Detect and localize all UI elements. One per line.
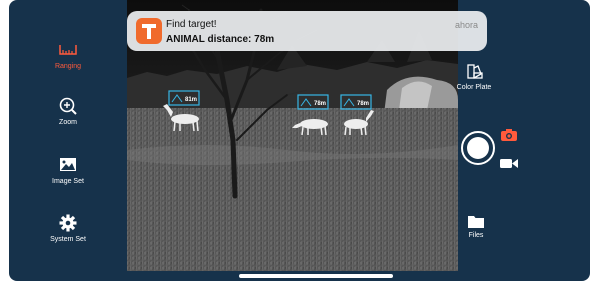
target-distance-2: 78m xyxy=(314,101,326,107)
notification-time: ahora xyxy=(454,20,478,30)
system-set-button[interactable]: System Set xyxy=(9,213,127,243)
image-set-label: Image Set xyxy=(52,178,84,185)
home-indicator[interactable] xyxy=(239,274,393,278)
notification-title: Find target! xyxy=(166,19,217,30)
system-set-label: System Set xyxy=(50,236,86,243)
photo-mode-icon[interactable] xyxy=(500,128,518,142)
image-icon xyxy=(60,158,76,171)
target-distance-3: 78m xyxy=(357,101,369,107)
files-label: Files xyxy=(468,232,484,239)
ranging-icon xyxy=(59,45,77,55)
left-toolbar: Ranging Zoom Image Set System Set xyxy=(9,0,127,281)
shutter-button[interactable] xyxy=(461,131,495,165)
ranging-button[interactable]: Ranging xyxy=(9,40,127,70)
app-icon xyxy=(136,18,162,44)
shutter-inner xyxy=(467,137,489,159)
color-plate-icon xyxy=(467,64,483,79)
notification-banner[interactable]: Find target! ANIMAL distance: 78m ahora xyxy=(127,11,487,51)
gear-icon xyxy=(59,214,77,232)
color-plate-button[interactable]: Color Plate xyxy=(449,62,499,91)
t-logo-icon xyxy=(142,24,156,39)
zoom-icon xyxy=(59,97,77,115)
image-set-button[interactable]: Image Set xyxy=(9,155,127,185)
ranging-label: Ranging xyxy=(54,63,82,70)
color-plate-label: Color Plate xyxy=(456,84,492,91)
notification-body: ANIMAL distance: 78m xyxy=(166,34,275,45)
files-button[interactable]: Files xyxy=(456,213,496,239)
target-distance-1: 81m xyxy=(185,97,197,103)
zoom-label: Zoom xyxy=(59,119,77,126)
video-mode-icon[interactable] xyxy=(499,157,519,170)
folder-icon xyxy=(468,216,484,228)
zoom-button[interactable]: Zoom xyxy=(9,96,127,126)
